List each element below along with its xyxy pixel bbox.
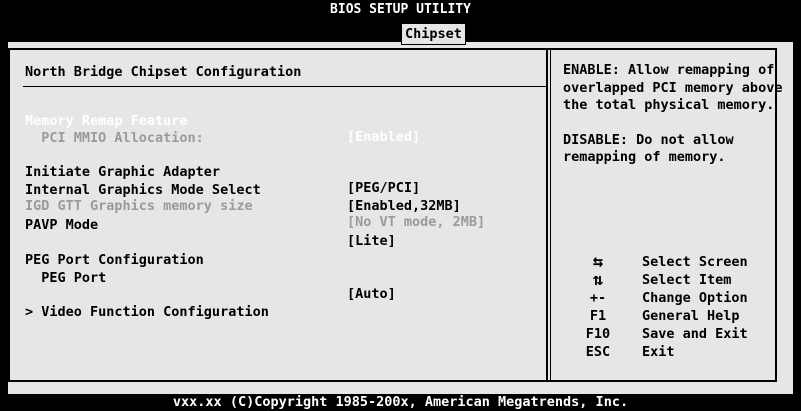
- panel-divider: [546, 48, 548, 382]
- submenu-video-function[interactable]: > Video Function Configuration: [0, 288, 520, 320]
- setting-label: PAVP Mode: [25, 217, 99, 233]
- up-down-arrows-icon: ⇅: [592, 270, 604, 290]
- setting-pci-mmio: PCI MMIO Allocation:: [0, 114, 520, 146]
- section-divider: [23, 86, 546, 87]
- bios-title: BIOS SETUP UTILITY: [330, 2, 471, 17]
- key-row: +- Change Option: [578, 290, 778, 308]
- setting-label: PCI MMIO Allocation:: [25, 130, 204, 146]
- key-row: F10 Save and Exit: [578, 326, 778, 344]
- setting-label: PEG Port: [25, 270, 107, 286]
- key-desc: Select Screen: [642, 254, 748, 270]
- copyright-footer: vxx.xx (C)Copyright 1985-200x, American …: [172, 394, 629, 410]
- help-disable-text: DISABLE: Do not allow remapping of memor…: [563, 131, 734, 166]
- tab-chipset[interactable]: Chipset: [401, 23, 466, 45]
- key-name: F1: [589, 308, 607, 324]
- key-row: ESC Exit: [578, 344, 778, 362]
- panel-divider-inner: [550, 48, 551, 382]
- key-name: F10: [585, 326, 611, 342]
- key-desc: Change Option: [642, 290, 748, 306]
- key-name: +-: [589, 290, 607, 306]
- key-desc: Save and Exit: [642, 326, 748, 342]
- help-panel: ENABLE: Allow remapping of overlapped PC…: [563, 62, 793, 184]
- key-name: ESC: [585, 344, 611, 360]
- setting-label: > Video Function Configuration: [25, 304, 269, 320]
- key-row: F1 General Help: [578, 308, 778, 326]
- section-title: North Bridge Chipset Configuration: [25, 64, 302, 80]
- key-desc: Select Item: [642, 272, 732, 288]
- help-enable-text: ENABLE: Allow remapping of overlapped PC…: [563, 62, 783, 113]
- key-row: ⇅ Select Item: [578, 272, 778, 290]
- key-row: ⇆ Select Screen: [578, 254, 778, 272]
- key-desc: Exit: [642, 344, 675, 360]
- key-desc: General Help: [642, 308, 740, 324]
- left-right-arrows-icon: ⇆: [592, 252, 604, 272]
